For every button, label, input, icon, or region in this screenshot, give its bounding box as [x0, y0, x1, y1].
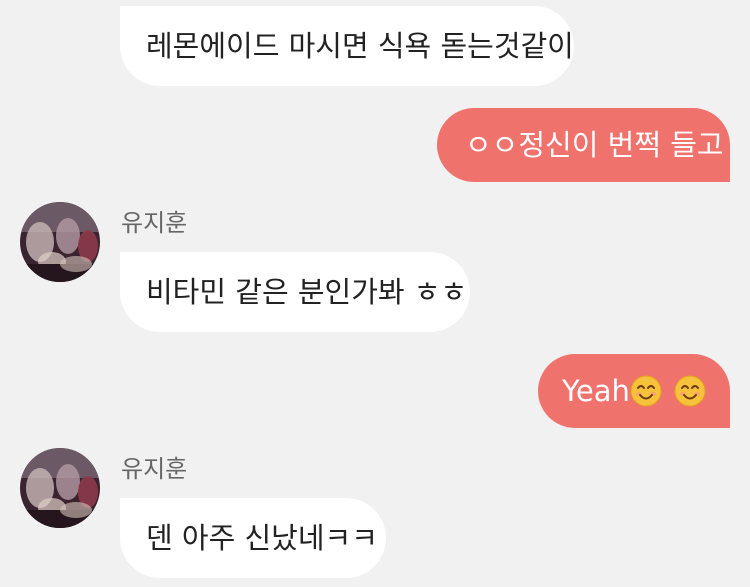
sender-name: 유지훈	[121, 455, 188, 483]
message-text: 비타민 같은 분인가봐 ㅎㅎ	[146, 274, 468, 309]
message-text: ㅇㅇ정신이 번쩍 들고	[465, 127, 724, 162]
outgoing-message-bubble[interactable]: Yeah	[538, 354, 730, 428]
message-text: Yeah	[562, 373, 630, 408]
smiling-face-icon	[674, 375, 706, 407]
incoming-message-bubble[interactable]: 덴 아주 신났네ㅋㅋ	[120, 498, 386, 578]
sender-name: 유지훈	[121, 209, 188, 237]
incoming-message-bubble[interactable]: 레몬에이드 마시면 식욕 돋는것같이	[120, 6, 574, 86]
message-text: 레몬에이드 마시면 식욕 돋는것같이	[146, 28, 574, 63]
message-text: 덴 아주 신났네ㅋㅋ	[146, 520, 378, 555]
sender-avatar[interactable]	[20, 448, 100, 528]
wine-glasses-photo	[20, 448, 100, 528]
smiling-face-icon	[630, 375, 662, 407]
wine-glasses-photo	[20, 202, 100, 282]
sender-avatar[interactable]	[20, 202, 100, 282]
outgoing-message-bubble[interactable]: ㅇㅇ정신이 번쩍 들고	[437, 108, 730, 182]
incoming-message-bubble[interactable]: 비타민 같은 분인가봐 ㅎㅎ	[120, 252, 470, 332]
